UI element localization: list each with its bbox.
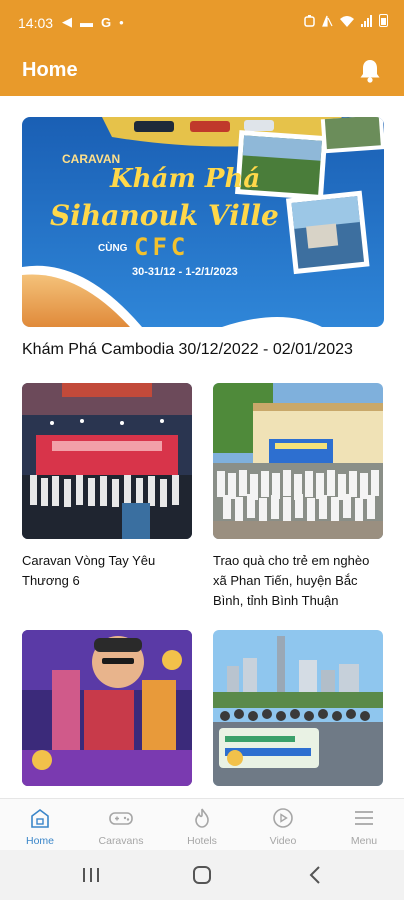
featured-post-image[interactable]: CARAVAN Khám Phá Sihanouk Ville CÙNG CFC… (22, 117, 384, 327)
nav-label: Video (269, 835, 297, 847)
post-image[interactable] (213, 630, 383, 786)
banner-cung-text: CÙNG (98, 241, 128, 254)
google-icon: G (101, 14, 112, 30)
gamepad-icon (109, 812, 133, 825)
system-icons (304, 14, 388, 27)
nav-home[interactable]: Home (0, 799, 80, 851)
nav-video[interactable]: Video (243, 799, 323, 851)
post-image[interactable] (22, 383, 192, 539)
nav-label: Menu (350, 835, 378, 847)
system-navigation-bar (0, 850, 404, 900)
dot-icon: • (119, 14, 124, 30)
signal-icon (361, 14, 372, 27)
home-feed[interactable]: CARAVAN Khám Phá Sihanouk Ville CÙNG CFC… (0, 96, 404, 798)
nav-label: Caravans (98, 835, 144, 847)
status-bar: 14:03 ◀ ▬ G • (0, 0, 404, 44)
banner-dates-text: 30-31/12 - 1-2/1/2023 (132, 266, 238, 278)
post-card[interactable] (213, 630, 383, 798)
post-image[interactable] (22, 630, 192, 786)
app-header: Home (0, 44, 404, 96)
nav-label: Hotels (187, 835, 217, 847)
back-icon[interactable] (300, 862, 330, 888)
recent-apps-icon[interactable] (76, 862, 106, 888)
send-icon: ◀ (62, 14, 72, 29)
home-icon (31, 809, 49, 828)
post-image[interactable] (213, 383, 383, 539)
page-title: Home (22, 59, 78, 81)
no-signal-icon (322, 15, 333, 27)
bottom-nav: Home Caravans Hotels Video Menu (0, 798, 404, 850)
banner-kham-pha-text: Khám Phá (109, 164, 260, 194)
menu-icon (355, 811, 373, 825)
wifi-icon (340, 15, 354, 27)
post-card[interactable]: Caravan Vòng Tay Yêu Thương 6 (22, 383, 192, 591)
home-button-icon[interactable] (187, 862, 217, 888)
alarm-icon (304, 14, 315, 27)
status-time: 14:03 (18, 15, 54, 31)
message-icon: ▬ (80, 14, 93, 30)
banner-brand-text: CFC (134, 233, 189, 261)
featured-post-title[interactable]: Khám Phá Cambodia 30/12/2022 - 02/01/202… (22, 341, 353, 359)
flame-icon (195, 808, 209, 828)
post-caption[interactable]: Trao quà cho trẻ em nghèo xã Phan Tiến, … (213, 551, 383, 611)
nav-hotels[interactable]: Hotels (162, 799, 242, 851)
play-circle-icon (273, 808, 293, 828)
notification-icons: ◀ ▬ G • (62, 14, 124, 30)
bell-icon[interactable] (358, 58, 382, 84)
banner-destination-text: Sihanouk Ville (50, 199, 279, 232)
post-card[interactable]: Trao quà cho trẻ em nghèo xã Phan Tiến, … (213, 383, 383, 611)
post-caption[interactable]: Caravan Vòng Tay Yêu Thương 6 (22, 551, 192, 591)
nav-caravans[interactable]: Caravans (81, 799, 161, 851)
caravan-banner: CARAVAN Khám Phá Sihanouk Ville CÙNG CFC… (22, 117, 384, 327)
post-card[interactable] (22, 630, 192, 798)
battery-icon (379, 14, 388, 27)
nav-menu[interactable]: Menu (324, 799, 404, 851)
nav-label: Home (25, 835, 54, 847)
